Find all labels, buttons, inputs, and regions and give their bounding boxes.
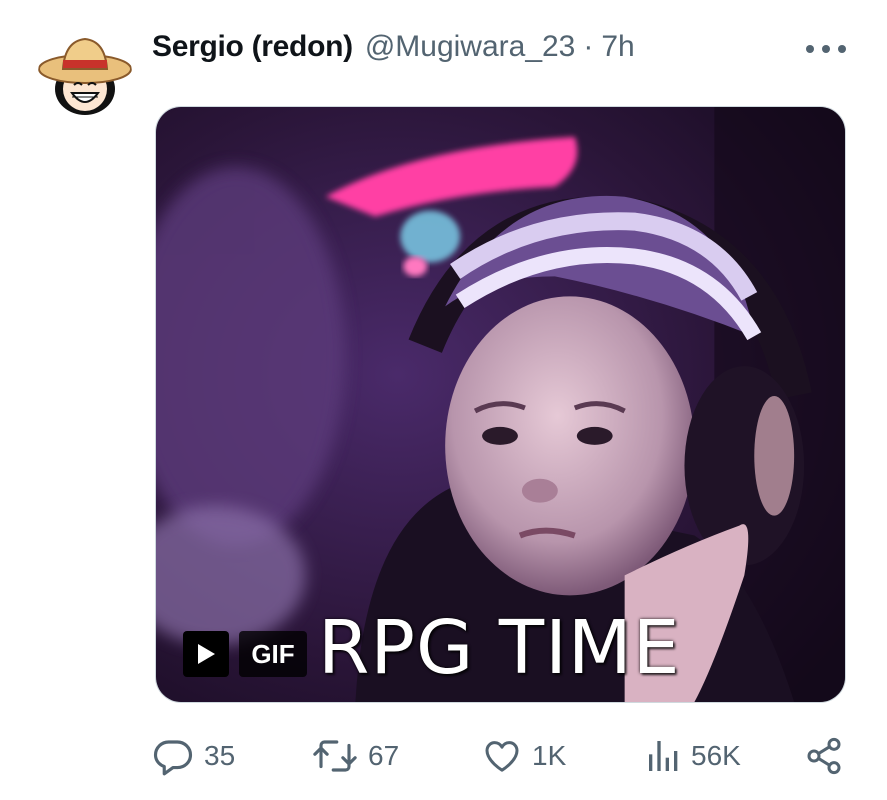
play-button[interactable]: [183, 631, 229, 677]
play-icon: [198, 644, 215, 664]
share-icon: [807, 737, 841, 775]
heart-icon: [485, 741, 519, 772]
retweet-icon: [313, 740, 357, 772]
retweet-count: 67: [368, 740, 400, 771]
like-button[interactable]: 1K: [482, 733, 566, 779]
share-button[interactable]: [804, 733, 844, 779]
user-avatar[interactable]: [38, 27, 132, 121]
gif-badge: GIF: [239, 631, 307, 677]
more-dot: [822, 45, 830, 53]
views-button[interactable]: 56K: [647, 733, 741, 779]
more-dot: [838, 45, 846, 53]
reply-button[interactable]: 35: [152, 733, 235, 779]
separator-dot: ·: [583, 30, 594, 63]
views-count: 56K: [691, 740, 741, 771]
retweet-button[interactable]: 67: [312, 733, 399, 779]
tweet-header: Sergio (redon) @Mugiwara_23 · 7h: [152, 30, 635, 70]
like-count: 1K: [532, 740, 567, 771]
tweet-action-bar: 35 67 1K 56K: [152, 733, 852, 779]
more-horizontal-icon: [806, 45, 814, 53]
views-icon: [649, 741, 678, 771]
more-options-button[interactable]: [806, 37, 846, 61]
user-handle[interactable]: @Mugiwara_23: [365, 30, 576, 64]
gif-caption: RPG TIME: [318, 605, 681, 691]
tweet-time[interactable]: 7h: [601, 30, 634, 64]
reply-icon: [153, 740, 193, 776]
reply-count: 35: [204, 740, 236, 771]
display-name[interactable]: Sergio (redon): [152, 30, 353, 64]
gif-media[interactable]: GIF RPG TIME: [155, 106, 846, 703]
straw-hat-avatar-icon: [38, 27, 132, 121]
